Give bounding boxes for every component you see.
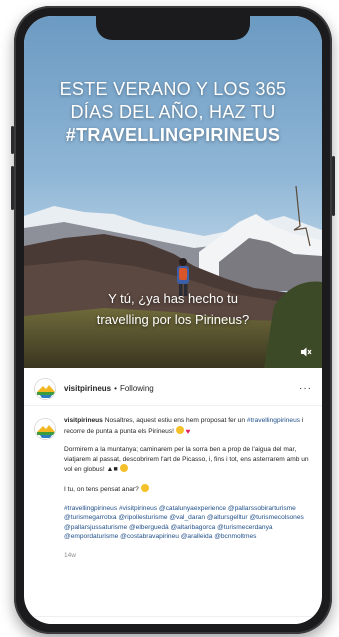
following-button[interactable]: Following <box>120 384 154 393</box>
phone-notch <box>96 16 250 40</box>
visitpirineus-logo-icon <box>35 378 55 399</box>
video-subtitle-line-2: travelling por los Pirineus? <box>96 312 250 327</box>
smile-emoji-icon <box>140 483 149 492</box>
more-options-icon[interactable]: ··· <box>299 383 312 394</box>
phone-frame: ESTE VERANO Y LOS 365 DÍAS DEL AÑO, HAZ … <box>11 6 335 634</box>
caption-username[interactable]: visitpirineus <box>64 417 103 424</box>
caption-avatar[interactable] <box>34 418 56 440</box>
heart-emoji-icon: ♥ <box>185 426 191 436</box>
phone-volume-button <box>11 166 14 210</box>
phone-screen: ESTE VERANO Y LOS 365 DÍAS DEL AÑO, HAZ … <box>24 16 322 624</box>
headline-line-2: DÍAS DEL AÑO, HAZ TU <box>70 102 276 122</box>
caption-hashtags[interactable]: #travellingpirineus #visitpirineus @cata… <box>64 504 310 542</box>
post-header: visitpirineus • Following ··· <box>24 372 322 406</box>
caption-text: visitpirineus Nosaltres, aquest estiu en… <box>64 416 310 561</box>
video-subtitle-line-1: Y tú, ¿ya has hecho tu <box>108 291 238 306</box>
video-subtitle: Y tú, ¿ya has hecho tu travelling por lo… <box>24 288 322 330</box>
phone-power-button <box>332 156 335 216</box>
caption-p2-text: Dormirem a la muntanya; caminarem per la… <box>64 446 309 474</box>
caption-paragraph-2: Dormirem a la muntanya; caminarem per la… <box>64 445 310 475</box>
caption-paragraph-1: visitpirineus Nosaltres, aquest estiu en… <box>64 416 310 436</box>
post-timestamp: 14w <box>64 551 76 559</box>
smile-emoji-icon <box>175 425 184 434</box>
caption-p1-text: Nosaltres, aquest estiu ens hem proposat… <box>104 417 246 424</box>
smile-emoji-icon <box>119 464 128 473</box>
visitpirineus-logo-icon <box>35 419 55 439</box>
speaker-muted-icon[interactable] <box>300 346 312 358</box>
caption-p3-text: I tu, on tens pensat anar? <box>64 485 139 493</box>
phone-side-button <box>11 126 14 154</box>
avatar[interactable] <box>34 377 56 400</box>
post-video[interactable]: ESTE VERANO Y LOS 365 DÍAS DEL AÑO, HAZ … <box>24 16 322 368</box>
bottom-divider <box>24 616 322 624</box>
separator-dot: • <box>114 384 117 393</box>
post-caption: visitpirineus Nosaltres, aquest estiu en… <box>34 416 314 561</box>
hashtag-link[interactable]: #travellingpirineus <box>247 417 300 424</box>
headline-hashtag: #TRAVELLINGPIRINEUS <box>65 125 281 145</box>
headline-line-1: ESTE VERANO Y LOS 365 <box>59 79 287 99</box>
post-username[interactable]: visitpirineus <box>64 384 111 393</box>
caption-paragraph-3: I tu, on tens pensat anar? <box>64 483 310 495</box>
camera-emoji-icon: ▲■ <box>106 466 118 474</box>
video-headline: ESTE VERANO Y LOS 365 DÍAS DEL AÑO, HAZ … <box>24 78 322 147</box>
